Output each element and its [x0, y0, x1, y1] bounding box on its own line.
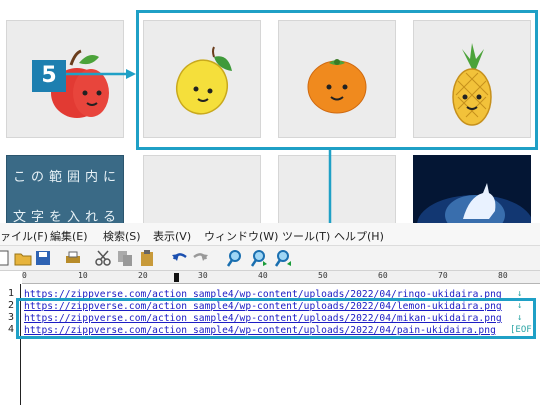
ruler-mark: 40 [258, 271, 268, 280]
search-icon[interactable] [226, 249, 244, 267]
paste-icon[interactable] [138, 249, 156, 267]
save-icon[interactable] [34, 249, 52, 267]
menu-edit[interactable]: 編集(E) [50, 228, 88, 244]
redo-icon[interactable] [192, 249, 210, 267]
ruler-mark: 50 [318, 271, 328, 280]
unicorn-icon [417, 183, 531, 225]
image-tile[interactable] [278, 155, 396, 225]
menu-help[interactable]: ヘルプ(H) [334, 228, 384, 244]
highlighted-target-images [136, 10, 538, 150]
ruler-mark: 0 [22, 271, 27, 280]
new-file-icon[interactable] [0, 249, 12, 267]
cursor-column-marker [174, 273, 179, 282]
highlighted-url-lines [16, 298, 536, 339]
menu-window[interactable]: ウィンドウ(W) [204, 228, 278, 244]
cut-icon[interactable] [94, 249, 112, 267]
ruler-mark: 30 [198, 271, 208, 280]
ruler-mark: 80 [498, 271, 508, 280]
ruler-mark: 70 [438, 271, 448, 280]
arrow-head [126, 69, 136, 79]
unicorn-image-tile[interactable] [413, 155, 531, 225]
line-number: 4 [7, 324, 14, 335]
open-folder-icon[interactable] [14, 249, 32, 267]
undo-icon[interactable] [170, 249, 188, 267]
ruler-mark: 60 [378, 271, 388, 280]
copy-icon[interactable] [116, 249, 134, 267]
menu-tools[interactable]: ツール(T) [282, 228, 330, 244]
ruler-mark: 10 [78, 271, 88, 280]
menu-bar: ァイル(F) 編集(E) 検索(S) 表示(V) ウィンドウ(W) ツール(T)… [0, 223, 540, 246]
menu-search[interactable]: 検索(S) [103, 228, 141, 244]
menu-file[interactable]: ァイル(F) [0, 228, 48, 244]
line-number: 1 [7, 288, 14, 299]
line-number: 3 [7, 312, 14, 323]
image-tile[interactable] [143, 155, 261, 225]
apple-icon [51, 49, 109, 118]
search-next-icon[interactable] [250, 249, 268, 267]
step-number-badge: 5 [32, 60, 66, 92]
text-input-area-tile[interactable]: この範囲内に 文字を入れると [6, 155, 124, 225]
line-number: 2 [7, 300, 14, 311]
search-prev-icon[interactable] [274, 249, 292, 267]
ruler-mark: 20 [138, 271, 148, 280]
toolbar [0, 246, 540, 271]
text-box-line: この範囲内に [13, 170, 122, 185]
menu-view[interactable]: 表示(V) [153, 228, 191, 244]
print-icon[interactable] [64, 249, 82, 267]
column-ruler: 0 10 20 30 40 50 60 70 80 [22, 271, 540, 284]
